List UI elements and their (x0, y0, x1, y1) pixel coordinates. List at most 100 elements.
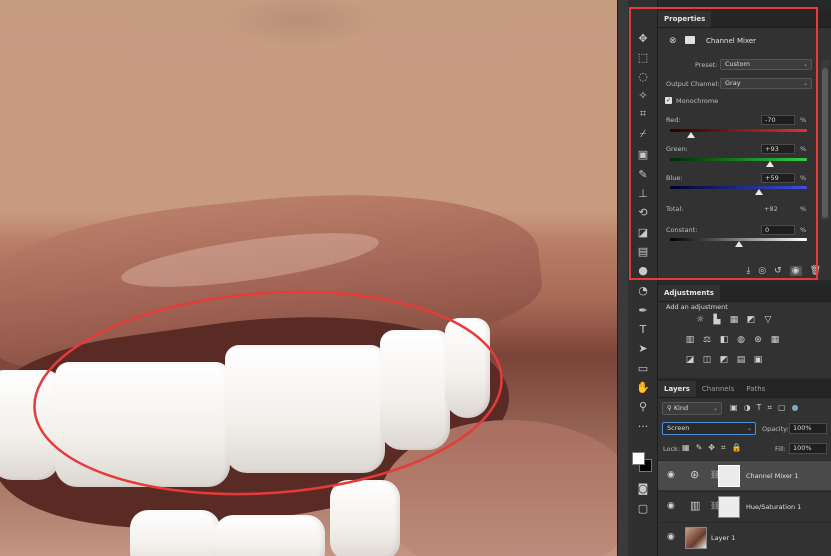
hand-tool-icon[interactable]: ✋ (634, 379, 652, 395)
lock-artboard-icon[interactable]: ⌗ (721, 443, 726, 453)
layer-row-layer-1[interactable]: ◉ Layer 1 (658, 522, 831, 552)
layer-row-hue-saturation[interactable]: ◉ ▥ ⛓ Hue/Saturation 1 (658, 491, 831, 521)
blur-tool-icon[interactable]: ● (634, 262, 652, 278)
marquee-tool-icon[interactable]: ⬚ (634, 49, 652, 65)
lock-pixels-icon[interactable]: ✎ (696, 443, 703, 453)
type-filter-icon[interactable]: T (757, 403, 762, 413)
gradient-map-icon[interactable]: ▤ (735, 354, 747, 365)
tab-adjustments[interactable]: Adjustments (658, 285, 720, 301)
constant-slider-thumb[interactable] (734, 241, 743, 247)
blend-mode-select[interactable]: Screen ⌄ (662, 422, 756, 435)
posterize-icon[interactable]: ◫ (701, 354, 713, 365)
eyedropper-tool-icon[interactable]: ⌿ (634, 126, 652, 142)
layer-mask-thumbnail[interactable] (718, 496, 740, 518)
adjustment-title: Channel Mixer (706, 37, 757, 45)
type-tool-icon[interactable]: T (634, 321, 652, 337)
output-channel-select[interactable]: Gray ⌄ (720, 78, 812, 89)
magic-wand-tool-icon[interactable]: ✧ (634, 87, 652, 103)
filter-toggle-icon[interactable]: ● (792, 403, 799, 413)
lock-position-icon[interactable]: ✥ (708, 443, 715, 453)
lock-transparent-icon[interactable]: ▦ (682, 443, 690, 453)
color-lookup-icon[interactable]: ▦ (769, 334, 781, 345)
hue-saturation-icon[interactable]: ▥ (684, 334, 696, 345)
tab-layers[interactable]: Layers (658, 381, 696, 397)
pixel-filter-icon[interactable]: ▣ (730, 403, 738, 413)
tools-collapse-strip[interactable] (617, 0, 628, 556)
screen-mode-icon[interactable]: ▢ (634, 500, 652, 516)
green-slider-thumb[interactable] (766, 161, 774, 167)
quick-mask-icon[interactable]: ◙ (634, 480, 652, 496)
zoom-tool-icon[interactable]: ⚲ (634, 398, 652, 414)
rectangle-tool-icon[interactable]: ▭ (634, 360, 652, 376)
layer-name[interactable]: Hue/Saturation 1 (746, 503, 801, 511)
threshold-icon[interactable]: ◩ (718, 354, 730, 365)
invert-icon[interactable]: ◪ (684, 354, 696, 365)
selective-color-icon[interactable]: ▣ (752, 354, 764, 365)
brush-tool-icon[interactable]: ✎ (634, 166, 652, 182)
smart-object-filter-icon[interactable]: ▢ (778, 403, 786, 413)
visibility-eye-icon[interactable]: ◉ (667, 470, 675, 480)
foreground-color-swatch[interactable] (632, 452, 645, 465)
lasso-tool-icon[interactable]: ◌ (634, 68, 652, 84)
tab-channels[interactable]: Channels (696, 381, 740, 397)
brightness-contrast-icon[interactable]: ☼ (694, 314, 706, 325)
preset-label: Preset: (695, 61, 718, 69)
shape-filter-icon[interactable]: ⌗ (767, 403, 772, 413)
monochrome-checkbox[interactable]: ✓ (665, 97, 672, 104)
blue-slider-thumb[interactable] (755, 189, 764, 195)
tab-paths[interactable]: Paths (740, 381, 771, 397)
green-slider[interactable] (670, 158, 807, 161)
dodge-tool-icon[interactable]: ◔ (634, 282, 652, 298)
layer-name[interactable]: Channel Mixer 1 (746, 472, 799, 480)
path-selection-tool-icon[interactable]: ➤ (634, 340, 652, 356)
monochrome-label: Monochrome (676, 97, 719, 105)
photo-filter-icon[interactable]: ◍ (735, 334, 747, 345)
reset-icon[interactable]: ↺ (774, 266, 782, 276)
fill-input[interactable]: 100% (789, 443, 827, 454)
history-brush-tool-icon[interactable]: ⟲ (634, 204, 652, 220)
spot-healing-tool-icon[interactable]: ▣ (634, 146, 652, 162)
blue-input[interactable]: +59 (761, 173, 795, 183)
clip-to-layer-icon[interactable]: ⤓ (746, 266, 750, 276)
layer-name[interactable]: Layer 1 (711, 534, 735, 542)
visibility-eye-icon[interactable]: ◉ (789, 266, 802, 276)
adjustment-filter-icon[interactable]: ◑ (744, 403, 751, 413)
more-tools-icon[interactable]: ··· (634, 418, 652, 434)
red-input[interactable]: -70 (761, 115, 795, 125)
pen-tool-icon[interactable]: ✒ (634, 302, 652, 318)
layer-row-channel-mixer[interactable]: ◉ ⊛ ⛓ Channel Mixer 1 (658, 460, 831, 490)
exposure-icon[interactable]: ◩ (745, 314, 757, 325)
green-input[interactable]: +93 (761, 144, 795, 154)
visibility-eye-icon[interactable]: ◉ (667, 501, 675, 511)
gradient-tool-icon[interactable]: ▤ (634, 243, 652, 259)
tab-properties[interactable]: Properties (658, 11, 712, 27)
scrollbar-thumb[interactable] (822, 68, 828, 218)
view-previous-icon[interactable]: ◎ (758, 266, 766, 276)
constant-input[interactable]: 0 (761, 225, 795, 235)
crop-tool-icon[interactable]: ⌗ (634, 106, 652, 122)
stamp-tool-icon[interactable]: ⊥ (634, 185, 652, 201)
layer-mask-thumbnail[interactable] (718, 465, 740, 487)
chevron-down-icon: ⌄ (802, 61, 808, 68)
preset-select[interactable]: Custom ⌄ (720, 59, 812, 70)
delete-icon[interactable]: 🗑 (810, 266, 821, 276)
color-balance-icon[interactable]: ⚖ (701, 334, 713, 345)
vibrance-icon[interactable]: ▽ (762, 314, 774, 325)
levels-icon[interactable]: ▙ (711, 314, 723, 325)
lock-all-icon[interactable]: 🔒 (731, 443, 741, 453)
move-tool-icon[interactable]: ✥ (634, 30, 652, 46)
properties-scrollbar[interactable] (821, 60, 829, 220)
curves-icon[interactable]: ▦ (728, 314, 740, 325)
channel-mixer-adj-icon[interactable]: ⊛ (752, 334, 764, 345)
layer-filter-kind[interactable]: ⚲ Kind ⌄ (662, 402, 722, 415)
document-canvas[interactable] (0, 0, 617, 556)
blue-slider[interactable] (670, 186, 807, 189)
opacity-input[interactable]: 100% (789, 423, 827, 434)
red-slider-thumb[interactable] (686, 132, 695, 138)
mask-icon[interactable] (685, 36, 695, 44)
eraser-tool-icon[interactable]: ◪ (634, 224, 652, 240)
black-white-icon[interactable]: ◧ (718, 334, 730, 345)
layer-image-thumbnail[interactable] (685, 527, 707, 549)
opacity-label: Opacity: (762, 425, 789, 433)
visibility-eye-icon[interactable]: ◉ (667, 532, 675, 542)
